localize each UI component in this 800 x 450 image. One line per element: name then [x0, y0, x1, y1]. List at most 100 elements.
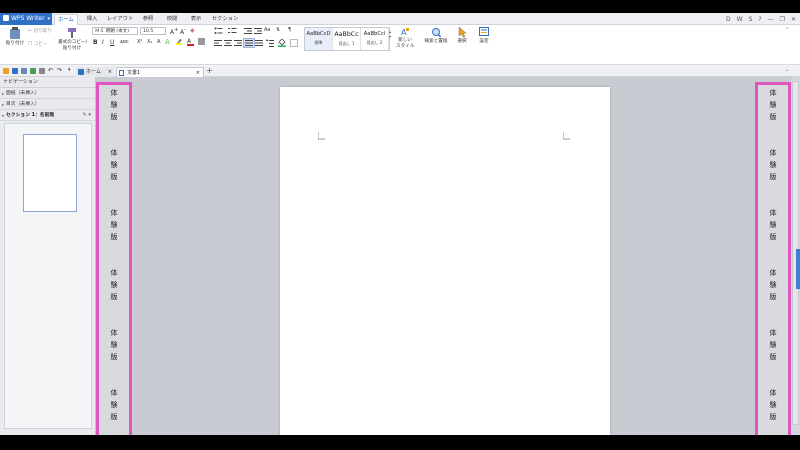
style-gallery-scroll[interactable]: ▴ ▾	[389, 29, 395, 49]
tab-section[interactable]: セクション	[210, 13, 240, 25]
trial-char: 版	[769, 113, 777, 121]
svg-text:A: A	[187, 38, 192, 45]
document-tab-label: 文書1	[127, 70, 141, 76]
align-center-button[interactable]	[224, 39, 232, 47]
trial-char: 験	[769, 281, 777, 289]
align-left-icon	[214, 40, 222, 46]
bold-button[interactable]: B	[93, 39, 98, 46]
restore-button[interactable]: ❐	[780, 16, 785, 23]
tab-references[interactable]: 参照	[138, 13, 158, 25]
page-thumbnail[interactable]	[23, 134, 77, 212]
more-icon[interactable]: ▾	[88, 112, 91, 118]
help-icon[interactable]: ?	[758, 16, 761, 23]
print-icon[interactable]	[21, 68, 27, 74]
trial-char: 験	[769, 101, 777, 109]
superscript-button[interactable]: X²	[137, 39, 142, 45]
clear-format-button[interactable]: ◈	[190, 27, 195, 34]
text-effect-button[interactable]: A	[165, 38, 172, 46]
tab-view[interactable]: 表示	[186, 13, 206, 25]
shrink-font-button[interactable]: A-	[180, 27, 186, 36]
decrease-indent-button[interactable]	[244, 27, 252, 35]
cut-button[interactable]: ✂ 切り取り	[28, 28, 52, 34]
font-name-select[interactable]: ＭＳ 明朝 (本文)	[92, 27, 138, 35]
copy-icon: ❐	[28, 42, 33, 47]
align-left-button[interactable]	[214, 39, 222, 47]
char-format-button[interactable]: A	[157, 39, 160, 45]
show-marks-button[interactable]: ¶	[288, 27, 291, 33]
chevron-down-icon: ▾	[389, 34, 392, 39]
align-justify-button[interactable]	[243, 38, 255, 48]
tab-document1[interactable]: 文書1 ×	[116, 67, 204, 77]
workspace: ナビゲーション ▸ 面紙（未挿入） ▸ 目次（未挿入） ▾ セクション 1：名前無 ✎ …	[0, 77, 800, 435]
side-panel-toggle[interactable]	[796, 249, 800, 289]
copy-button[interactable]: ❐ コピー	[28, 41, 47, 47]
settings-button[interactable]: 設定	[476, 27, 492, 44]
home-icon	[78, 69, 84, 75]
select-button[interactable]: 選択	[455, 27, 469, 44]
align-right-button[interactable]	[234, 39, 242, 47]
trial-char: 体	[769, 329, 777, 337]
nav-item-cover[interactable]: ▸ 面紙（未挿入）	[0, 88, 95, 99]
open-icon[interactable]	[3, 68, 9, 74]
tab-menu-button[interactable]: ⌄	[785, 67, 789, 73]
export-icon[interactable]	[39, 68, 45, 74]
tab-home-doc[interactable]: ホーム ×	[76, 67, 114, 77]
char-case-button[interactable]: Aa	[264, 27, 270, 33]
increase-indent-button[interactable]	[254, 27, 262, 35]
tab-insert[interactable]: 挿入	[82, 13, 102, 25]
customize-qat-button[interactable]: ▾	[68, 67, 71, 73]
skin-icon[interactable]: S	[749, 16, 753, 23]
redo-button[interactable]: ↷	[57, 67, 62, 74]
underline-icon: U	[110, 39, 115, 46]
app-menu-button[interactable]: WPS Writer ▾	[0, 13, 52, 25]
para-shading-button[interactable]	[278, 39, 286, 47]
document-page[interactable]	[280, 87, 610, 435]
docer-icon[interactable]: D	[726, 16, 731, 23]
format-painter-button[interactable]: 書式のコピー/ 貼り付け	[58, 27, 87, 51]
font-color-button[interactable]: A	[187, 38, 195, 46]
numbering-button[interactable]	[228, 27, 237, 35]
writer-icon[interactable]: W	[737, 16, 743, 23]
style-heading2[interactable]: AaBbCcl 見出し 2	[361, 28, 389, 50]
nav-section-1[interactable]: ▾ セクション 1：名前無 ✎ ▾	[0, 110, 95, 121]
trial-char: 版	[769, 173, 777, 181]
close-icon[interactable]: ×	[108, 67, 112, 77]
paste-button[interactable]: 貼り付け	[5, 27, 25, 46]
italic-button[interactable]: I	[102, 39, 104, 46]
preview-icon[interactable]	[30, 68, 36, 74]
trial-char: 版	[769, 353, 777, 361]
minimize-button[interactable]: —	[768, 16, 774, 23]
style-heading1[interactable]: AaBbCc 見出し 1	[333, 28, 361, 50]
wps-writer-window: WPS Writer ▾ ホーム 挿入 レイアウト 参照 校閲 表示 セクション…	[0, 13, 800, 435]
edit-icon[interactable]: ✎	[83, 112, 87, 118]
trial-char: 験	[769, 401, 777, 409]
font-size-select[interactable]: 10.5	[140, 27, 166, 35]
char-shading-button[interactable]	[198, 38, 205, 45]
sort-button[interactable]: ⇅	[276, 27, 280, 33]
trial-char: 験	[110, 341, 118, 349]
quick-access-toolbar: ↶ ↷ ▾ ホーム × 文書1 × + ⌄	[0, 66, 800, 77]
close-button[interactable]: ✕	[791, 16, 796, 23]
new-tab-button[interactable]: +	[206, 66, 213, 75]
tab-layout[interactable]: レイアウト	[106, 13, 134, 25]
bullets-button[interactable]	[214, 27, 223, 35]
new-style-button[interactable]: A 新しい スタイル	[396, 27, 414, 49]
distributed-button[interactable]	[255, 39, 263, 47]
strikethrough-button[interactable]: ᴀʙᴄ	[120, 39, 129, 45]
line-spacing-button[interactable]	[266, 39, 274, 47]
trial-text: 体験版	[99, 267, 129, 303]
find-replace-button[interactable]: 検索と置換	[420, 27, 452, 44]
indent-icon	[254, 28, 262, 34]
save-icon[interactable]	[12, 68, 18, 74]
tab-review[interactable]: 校閲	[162, 13, 182, 25]
borders-button[interactable]	[290, 39, 298, 47]
highlight-button[interactable]	[175, 38, 183, 46]
undo-button[interactable]: ↶	[48, 67, 53, 74]
grow-font-button[interactable]: A+	[170, 27, 178, 36]
subscript-button[interactable]: X₂	[147, 39, 152, 45]
style-normal[interactable]: AaBbCcD 標準	[305, 28, 333, 50]
underline-button[interactable]: U	[110, 39, 114, 46]
nav-item-toc[interactable]: ▸ 目次（未挿入）	[0, 99, 95, 110]
collapse-ribbon-button[interactable]: ⌃	[785, 27, 789, 33]
text-effect-icon: A	[165, 38, 170, 46]
